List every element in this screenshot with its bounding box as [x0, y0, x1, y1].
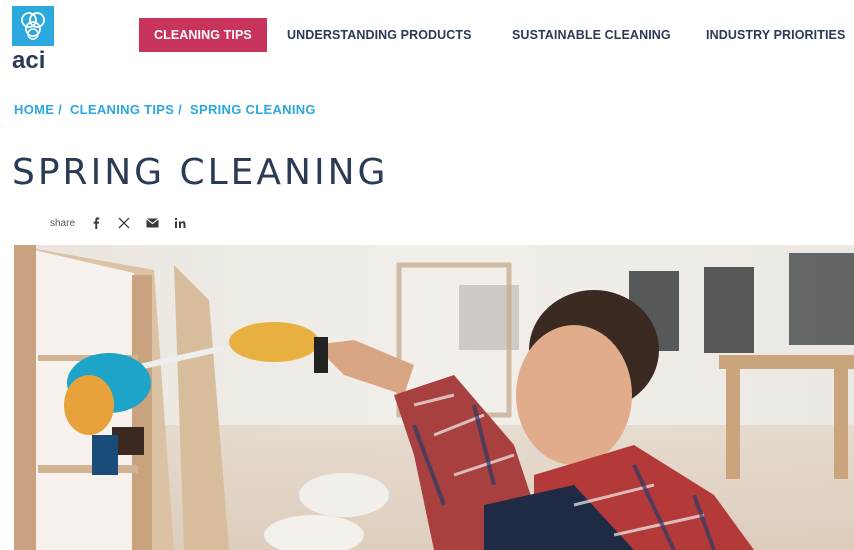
page-title: SPRING CLEANING [12, 152, 389, 194]
breadcrumb-home[interactable]: HOME / [14, 102, 62, 117]
breadcrumb: HOME / CLEANING TIPS / SPRING CLEANING [14, 102, 320, 117]
share-bar: share [50, 214, 187, 232]
nav-sustainable-cleaning[interactable]: SUSTAINABLE CLEANING [512, 18, 671, 52]
breadcrumb-current[interactable]: SPRING CLEANING [190, 102, 316, 117]
breadcrumb-cleaning-tips[interactable]: CLEANING TIPS / [70, 102, 182, 117]
nav-industry-priorities[interactable]: INDUSTRY PRIORITIES [706, 18, 845, 52]
aci-logo[interactable]: aci [12, 6, 54, 74]
main-nav: CLEANING TIPS UNDERSTANDING PRODUCTS SUS… [139, 18, 854, 52]
mail-icon[interactable] [145, 216, 159, 230]
share-label: share [50, 217, 76, 229]
x-icon[interactable] [117, 216, 131, 230]
site-header: aci CLEANING TIPS UNDERSTANDING PRODUCTS… [0, 0, 854, 80]
linkedin-icon[interactable] [173, 216, 187, 230]
hero-image-man-dusting-shelf [14, 245, 854, 550]
nav-cleaning-tips[interactable]: CLEANING TIPS [139, 18, 267, 52]
svg-text:aci: aci [12, 47, 45, 68]
facebook-icon[interactable] [89, 216, 103, 230]
nav-understanding-products[interactable]: UNDERSTANDING PRODUCTS [287, 18, 472, 52]
